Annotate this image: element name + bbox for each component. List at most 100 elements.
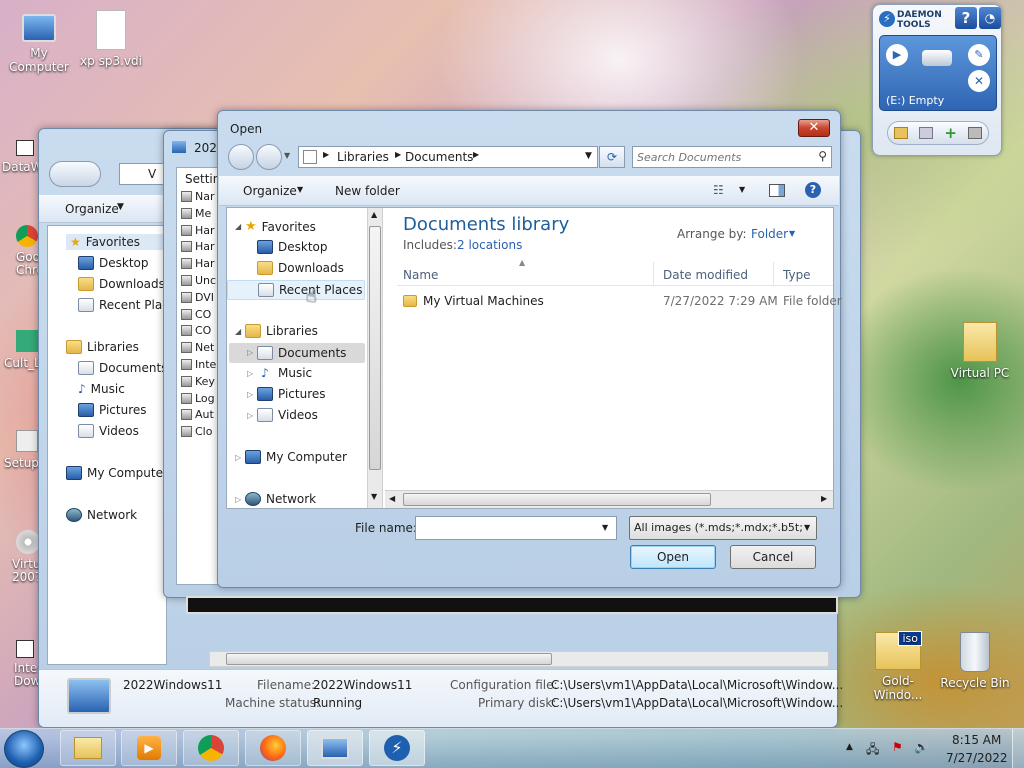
back-nav-computer[interactable]: My Computer — [66, 466, 168, 480]
nav-back-button[interactable] — [228, 144, 254, 170]
desktop-icon-vdi[interactable]: xp sp3.vdi — [72, 10, 150, 68]
back-nav-network[interactable]: Network — [66, 508, 137, 522]
nav-desktop[interactable]: Desktop — [257, 240, 328, 254]
add-drive-icon[interactable]: + — [944, 124, 957, 142]
expand-arrow-icon[interactable]: ▷ — [247, 369, 253, 378]
file-name-combo[interactable]: ▼ — [415, 516, 617, 540]
settings-item[interactable]: CO — [181, 324, 211, 337]
desktop-icon-setup[interactable]: Setup- — [0, 430, 43, 470]
nav-my-computer[interactable]: My Computer — [245, 450, 347, 464]
settings-item[interactable]: Aut — [181, 408, 214, 421]
network-tray-icon[interactable]: 🖧 — [866, 740, 879, 761]
chevron-down-icon[interactable]: ▼ — [804, 523, 810, 532]
scroll-right-icon[interactable]: ▶ — [821, 494, 827, 503]
expand-arrow-icon[interactable]: ▷ — [247, 411, 253, 420]
desktop-icon-chrome[interactable]: Goo Chro — [0, 225, 44, 277]
image-catalog-icon[interactable] — [919, 127, 934, 139]
expand-arrow-icon[interactable]: ▷ — [235, 495, 241, 504]
expand-arrow-icon[interactable]: ▷ — [247, 348, 253, 357]
file-name-input[interactable] — [418, 519, 596, 537]
recent-pages-chevron-icon[interactable]: ▼ — [284, 151, 290, 160]
nav-forward-button[interactable] — [256, 144, 282, 170]
nav-pictures[interactable]: Pictures — [257, 387, 326, 401]
help-icon[interactable]: ? — [805, 182, 821, 198]
play-icon[interactable]: ▶ — [886, 44, 908, 66]
settings-item[interactable]: Har — [181, 240, 215, 253]
file-type-filter[interactable]: All images (*.mds;*.mdx;*.b5t;* ▼ — [629, 516, 817, 540]
back-nav-favorites[interactable]: ★ Favorites — [66, 234, 176, 250]
nav-videos[interactable]: Videos — [257, 408, 318, 422]
taskbar-explorer-button[interactable] — [60, 730, 116, 766]
settings-item[interactable]: Log — [181, 392, 215, 405]
breadcrumb-documents[interactable]: Documents — [405, 150, 473, 164]
nav-network[interactable]: Network — [245, 492, 316, 506]
file-hscroll-thumb[interactable] — [403, 493, 711, 506]
volume-icon[interactable]: 🔊 — [914, 740, 929, 754]
column-type[interactable]: Type — [783, 268, 811, 282]
back-hscroll-thumb[interactable] — [226, 653, 552, 665]
taskbar-firefox-button[interactable] — [245, 730, 301, 766]
expand-arrow-icon[interactable]: ◢ — [235, 222, 241, 231]
view-chevron-icon[interactable]: ▼ — [739, 185, 745, 194]
settings-item[interactable]: Inte — [181, 358, 216, 371]
taskbar-daemon-button[interactable]: ⚡ — [369, 730, 425, 766]
column-date-modified[interactable]: Date modified — [663, 268, 748, 282]
settings-item[interactable]: Nar — [181, 190, 215, 203]
dialog-close-button[interactable]: ✕ — [798, 119, 830, 137]
includes-locations-link[interactable]: 2 locations — [457, 238, 522, 252]
cancel-button[interactable]: Cancel — [730, 545, 816, 569]
taskbar-virtualpc-button[interactable] — [307, 730, 363, 766]
settings-item[interactable]: Unc — [181, 274, 216, 287]
help-button[interactable]: ? — [955, 7, 977, 29]
nav-recent-places[interactable]: Recent Places — [227, 280, 365, 300]
open-dialog[interactable]: Open ✕ ▼ ▶ Libraries ▶ Documents ▶ ▼ ⟳ ⚲… — [217, 110, 842, 588]
taskbar-media-button[interactable]: ▶ — [121, 730, 177, 766]
back-nav-downloads[interactable]: Downloads — [78, 277, 165, 291]
desktop-icon-inte[interactable]: Inte Dow — [0, 640, 40, 688]
expand-arrow-icon[interactable]: ▷ — [247, 390, 253, 399]
scroll-down-icon[interactable]: ▼ — [371, 492, 377, 501]
back-nav-videos[interactable]: Videos — [78, 424, 139, 438]
mount-icon[interactable] — [893, 127, 908, 139]
back-hscrollbar[interactable] — [209, 651, 829, 667]
settings-item[interactable]: Key — [181, 375, 215, 388]
unmount-icon[interactable]: ✕ — [968, 70, 990, 92]
lock-icon[interactable] — [968, 127, 983, 139]
preview-pane-icon[interactable] — [769, 184, 785, 197]
settings-item[interactable]: CO — [181, 308, 211, 321]
back-nav-libraries[interactable]: Libraries — [66, 340, 139, 354]
refresh-button[interactable]: ⟳ — [599, 146, 625, 168]
scroll-left-icon[interactable]: ◀ — [389, 494, 395, 503]
show-hidden-icons-icon[interactable]: ▲ — [846, 742, 853, 752]
nav-favorites[interactable]: ★ Favorites — [245, 219, 316, 234]
nav-libraries[interactable]: Libraries — [245, 324, 318, 338]
column-name[interactable]: Name — [403, 268, 438, 282]
nav-downloads[interactable]: Downloads — [257, 261, 344, 275]
search-box[interactable]: ⚲ — [632, 146, 832, 168]
address-bar[interactable]: ▶ Libraries ▶ Documents ▶ ▼ — [298, 146, 598, 168]
wrench-icon[interactable]: ✎ — [968, 44, 990, 66]
settings-item[interactable]: Me — [181, 207, 211, 220]
show-desktop-button[interactable] — [1012, 729, 1024, 768]
nav-vscrollbar[interactable]: ▲ ▼ — [367, 208, 383, 508]
settings-item[interactable]: Har — [181, 257, 215, 270]
expand-arrow-icon[interactable]: ▷ — [235, 453, 241, 462]
settings-item[interactable]: Har — [181, 224, 215, 237]
start-button[interactable] — [4, 730, 44, 768]
chevron-down-icon[interactable]: ▼ — [602, 523, 608, 532]
desktop-icon-my-computer[interactable]: My Computer — [0, 10, 78, 74]
desktop-icon-dataw[interactable]: DataW — [0, 140, 43, 174]
action-center-icon[interactable]: ⚑ — [892, 740, 903, 754]
clock-date[interactable]: 7/27/2022 — [946, 751, 1008, 765]
back-nav-pictures[interactable]: Pictures — [78, 403, 147, 417]
taskbar-chrome-button[interactable] — [183, 730, 239, 766]
settings-item[interactable]: Clo — [181, 425, 212, 438]
nav-music[interactable]: ♪ Music — [257, 366, 312, 380]
back-nav-documents[interactable]: Documents — [78, 361, 167, 375]
address-dropdown-icon[interactable]: ▼ — [585, 151, 592, 161]
search-input[interactable] — [637, 149, 807, 165]
open-button[interactable]: Open — [630, 545, 716, 569]
view-options-icon[interactable]: ☷ — [713, 183, 724, 197]
settings-item[interactable]: Net — [181, 341, 214, 354]
file-hscrollbar[interactable]: ◀ ▶ — [385, 490, 833, 508]
